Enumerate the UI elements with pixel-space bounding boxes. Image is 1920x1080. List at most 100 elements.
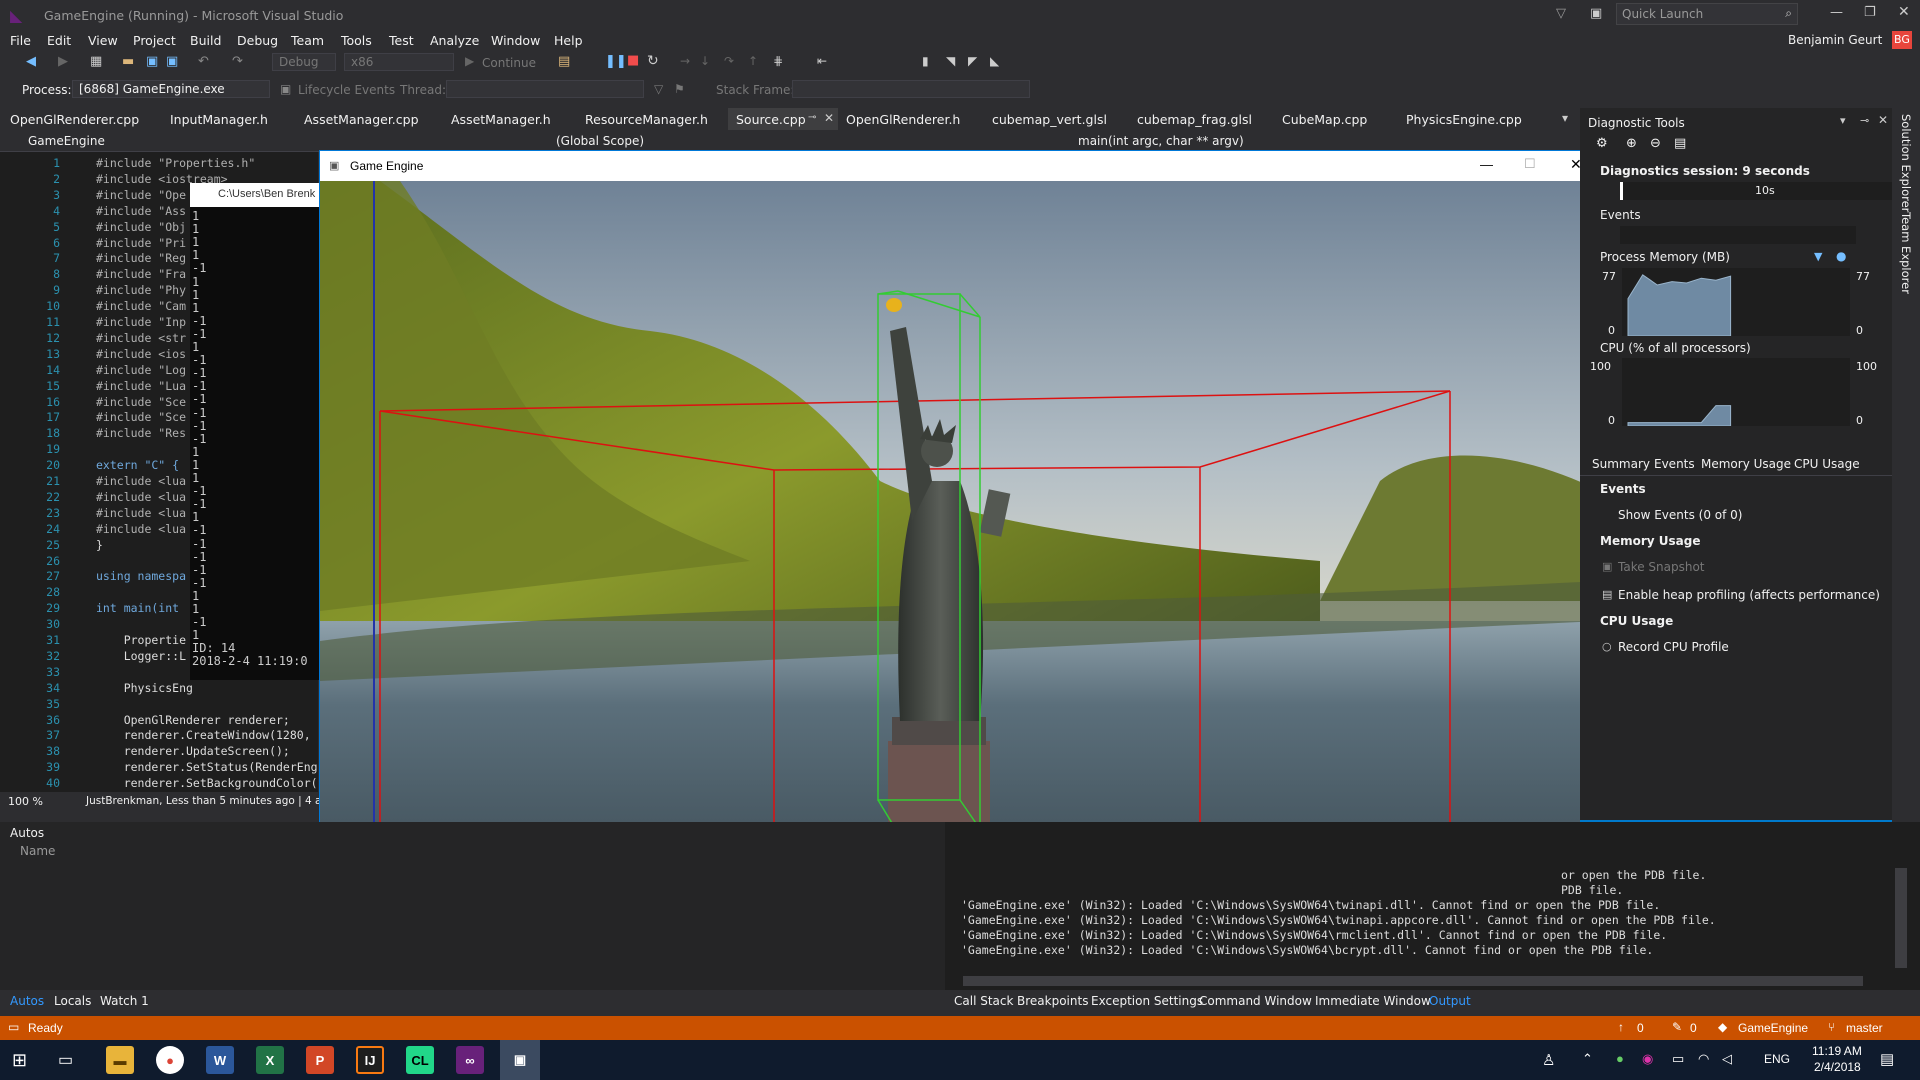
tab-source-cpp[interactable]: Source.cpp ⊸ ✕ xyxy=(728,108,838,130)
memory-snapshot-icon[interactable]: ● xyxy=(1836,249,1846,263)
diag-tab-summary[interactable]: Summary xyxy=(1592,457,1650,471)
tab-overflow-icon[interactable]: ▾ xyxy=(1562,111,1568,125)
tray-app2-icon[interactable]: ◉ xyxy=(1642,1051,1653,1067)
bookmark-next-icon[interactable]: ◤ xyxy=(968,54,977,68)
powerpoint-icon[interactable]: P xyxy=(306,1046,334,1074)
menu-debug[interactable]: Debug xyxy=(237,33,278,48)
push-count[interactable]: 0 xyxy=(1637,1021,1644,1035)
repo-icon[interactable]: ◆ xyxy=(1718,1020,1727,1034)
config-dropdown[interactable]: Debug xyxy=(272,53,336,71)
save-icon[interactable]: ▣ xyxy=(146,54,158,69)
volume-icon[interactable]: ◁ xyxy=(1722,1051,1732,1067)
tab-physicsengine-cpp[interactable]: PhysicsEngine.cpp xyxy=(1406,112,1522,127)
diag-close-icon[interactable]: ✕ xyxy=(1878,113,1888,127)
bookmark-icon[interactable]: ▮ xyxy=(922,54,929,68)
bottom-tab-exception-settings[interactable]: Exception Settings xyxy=(1091,994,1203,1008)
file-explorer-icon[interactable]: ▬ xyxy=(106,1046,134,1074)
project-dropdown[interactable]: GameEngine xyxy=(10,133,530,151)
changes-icon[interactable]: ✎ xyxy=(1672,1020,1682,1034)
diag-dropdown-icon[interactable]: ▾ xyxy=(1840,114,1846,127)
game-maximize-button[interactable]: ☐ xyxy=(1524,156,1536,172)
menu-tools[interactable]: Tools xyxy=(341,33,372,48)
output-hscrollbar[interactable] xyxy=(963,976,1863,986)
function-dropdown[interactable]: main(int argc, char ** argv) xyxy=(1060,133,1580,151)
clock-date[interactable]: 2/4/2018 xyxy=(1814,1060,1861,1074)
quick-launch-input[interactable]: Quick Launch ⌕ xyxy=(1616,3,1798,25)
excel-icon[interactable]: X xyxy=(256,1046,284,1074)
restart-icon[interactable]: ↻ xyxy=(647,53,659,69)
tray-app-icon[interactable]: ● xyxy=(1616,1051,1624,1066)
diag-tab-cpu[interactable]: CPU Usage xyxy=(1794,457,1860,471)
continue-button[interactable]: Continue xyxy=(482,56,536,70)
tab-openglrenderer-h[interactable]: OpenGlRenderer.h xyxy=(846,112,960,127)
zoom-level[interactable]: 100 % xyxy=(8,795,43,808)
menu-help[interactable]: Help xyxy=(554,33,583,48)
restore-button[interactable]: ❐ xyxy=(1864,5,1876,20)
tab-cubemap-vert[interactable]: cubemap_vert.glsl xyxy=(992,112,1107,127)
feedback-icon[interactable]: ▣ xyxy=(1590,6,1602,21)
platform-dropdown[interactable]: x86 xyxy=(344,53,454,71)
tab-assetmanager-cpp[interactable]: AssetManager.cpp xyxy=(304,112,419,127)
game-window[interactable]: ▣ Game Engine — ☐ ✕ xyxy=(319,150,1601,900)
team-explorer-tab[interactable]: Team Explorer xyxy=(1899,212,1913,294)
tab-cubemap-frag[interactable]: cubemap_frag.glsl xyxy=(1137,112,1252,127)
open-icon[interactable]: ▬ xyxy=(122,54,134,69)
flag-icon[interactable]: ⚑ xyxy=(674,82,685,96)
clock-time[interactable]: 11:19 AM xyxy=(1812,1044,1862,1058)
start-icon[interactable]: ⊞ xyxy=(12,1050,27,1071)
tab-assetmanager-h[interactable]: AssetManager.h xyxy=(451,112,551,127)
bookmark-prev-icon[interactable]: ◥ xyxy=(946,54,955,68)
word-icon[interactable]: W xyxy=(206,1046,234,1074)
tab-cubemap-cpp[interactable]: CubeMap.cpp xyxy=(1282,112,1367,127)
format-icon[interactable]: ⇤ xyxy=(817,54,827,68)
game-engine-taskbar-icon[interactable]: ▣ xyxy=(500,1040,540,1080)
avatar[interactable]: BG xyxy=(1892,31,1912,49)
tab-resourcemanager-h[interactable]: ResourceManager.h xyxy=(585,112,708,127)
menu-view[interactable]: View xyxy=(88,33,118,48)
thread-icon[interactable]: ⋕ xyxy=(773,54,783,68)
codelens-blame[interactable]: JustBrenkman, Less than 5 minutes ago | … xyxy=(86,795,345,807)
language-indicator[interactable]: ENG xyxy=(1764,1052,1790,1066)
step-up-icon[interactable]: ↑ xyxy=(748,54,758,68)
new-project-icon[interactable]: ▦ xyxy=(90,54,102,69)
game-minimize-button[interactable]: — xyxy=(1480,157,1493,172)
bookmark-clear-icon[interactable]: ◣ xyxy=(990,54,999,68)
menu-window[interactable]: Window xyxy=(491,33,540,48)
battery-icon[interactable]: ▭ xyxy=(1672,1051,1684,1067)
output-scrollbar[interactable] xyxy=(1895,868,1907,968)
back-icon[interactable]: ◀ xyxy=(26,54,36,69)
console-window[interactable]: C:\Users\Ben Brenk 1 1 1 1 -1 1 1 1 -1 -1 1 -1 -1 -1-… xyxy=(190,183,320,680)
heap-profiling-toggle[interactable]: Enable heap profiling (affects performan… xyxy=(1618,588,1880,602)
step-over-icon[interactable]: ↓ xyxy=(700,54,710,68)
settings-icon[interactable]: ⚙ xyxy=(1596,136,1608,151)
menu-test[interactable]: Test xyxy=(389,33,414,48)
minimize-button[interactable]: — xyxy=(1830,5,1843,20)
clion-icon[interactable]: CL xyxy=(406,1046,434,1074)
tab-openglrenderer-cpp[interactable]: OpenGlRenderer.cpp xyxy=(10,112,139,127)
process-dropdown[interactable]: [6868] GameEngine.exe xyxy=(72,80,270,98)
lifecycle-button[interactable]: Lifecycle Events xyxy=(298,83,395,97)
game-viewport[interactable] xyxy=(320,181,1600,900)
chrome-icon[interactable]: ● xyxy=(156,1046,184,1074)
changes-count[interactable]: 0 xyxy=(1690,1021,1697,1035)
stop-icon[interactable]: ■ xyxy=(627,53,639,68)
tab-close-icon[interactable]: ✕ xyxy=(824,111,834,125)
continue-icon[interactable]: ▶ xyxy=(465,54,474,68)
tray-chevron-icon[interactable]: ⌃ xyxy=(1582,1051,1593,1067)
intellij-icon[interactable]: IJ xyxy=(356,1046,384,1074)
menu-project[interactable]: Project xyxy=(133,33,176,48)
show-events-link[interactable]: Show Events (0 of 0) xyxy=(1618,508,1742,522)
record-cpu-profile-button[interactable]: Record CPU Profile xyxy=(1618,640,1729,654)
step-out-icon[interactable]: ↷ xyxy=(724,54,734,68)
take-snapshot-button[interactable]: Take Snapshot xyxy=(1618,560,1705,574)
filter-icon[interactable]: ▽ xyxy=(1556,6,1566,21)
diag-tab-memory[interactable]: Memory Usage xyxy=(1701,457,1791,471)
diag-tab-events[interactable]: Events xyxy=(1654,457,1695,471)
undo-icon[interactable]: ↶ xyxy=(198,54,209,69)
tab-inputmanager-h[interactable]: InputManager.h xyxy=(170,112,268,127)
people-icon[interactable]: ♙ xyxy=(1542,1051,1555,1069)
reset-zoom-icon[interactable]: ▤ xyxy=(1674,136,1686,151)
visual-studio-icon[interactable]: ∞ xyxy=(456,1046,484,1074)
bottom-tab-breakpoints[interactable]: Breakpoints xyxy=(1017,994,1088,1008)
menu-team[interactable]: Team xyxy=(291,33,324,48)
